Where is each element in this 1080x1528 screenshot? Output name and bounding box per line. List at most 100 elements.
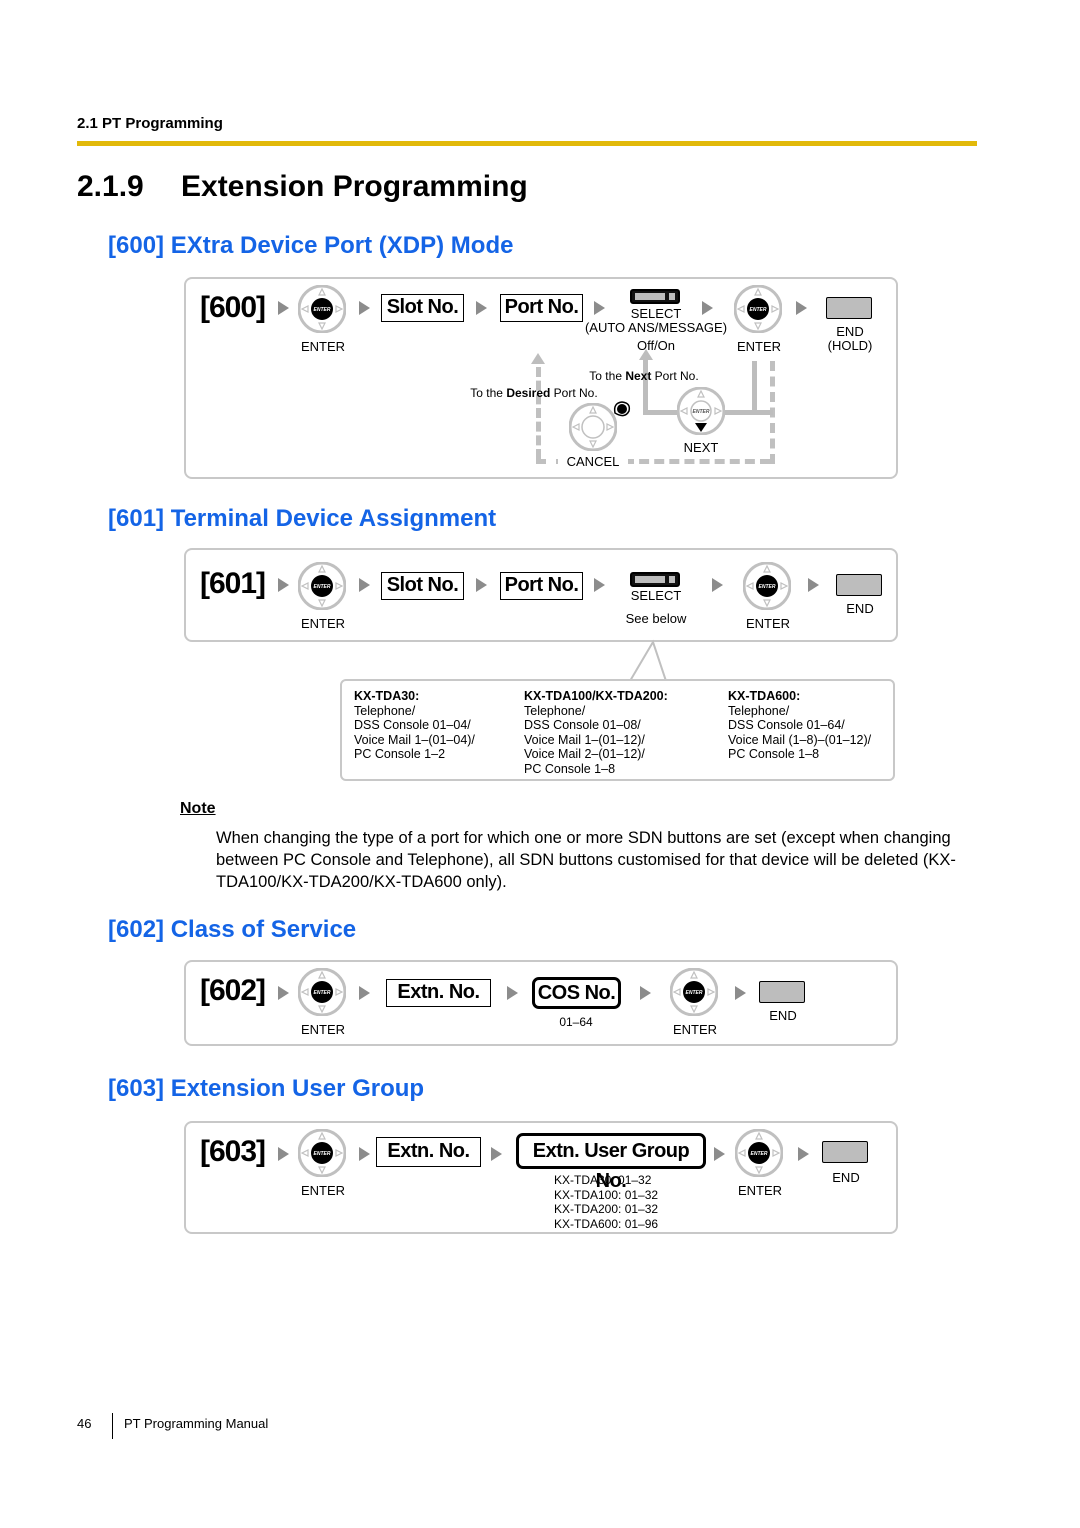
extn-no-field[interactable]: Extn. No. (376, 1137, 481, 1167)
arrow-icon (798, 1147, 809, 1161)
arrow-icon (594, 301, 605, 315)
end-key-icon[interactable] (836, 574, 882, 596)
select-key-icon[interactable] (630, 289, 680, 304)
arrow-icon (278, 986, 289, 1000)
arrow-icon (507, 986, 518, 1000)
arrow-icon (359, 578, 370, 592)
port-no-field[interactable]: Port No. (500, 572, 583, 600)
note-title: Note (180, 800, 216, 817)
port-no-field[interactable]: Port No. (500, 294, 583, 322)
up-arrow-icon (639, 349, 653, 360)
panel-600: [600] ENTER Slot No. Port No. SELECT (AU… (184, 277, 898, 479)
end-key-icon[interactable] (759, 981, 805, 1003)
next-port-path (752, 361, 757, 415)
panel-603: [603] ENTER Extn. No. Extn. User Group N… (184, 1121, 898, 1234)
arrow-icon (796, 301, 807, 315)
enter-key-icon[interactable] (734, 285, 782, 333)
end-key-icon[interactable] (826, 297, 872, 319)
up-arrow-icon (531, 353, 545, 364)
end-key-icon[interactable] (822, 1141, 868, 1163)
heading-602: [602] Class of Service (108, 916, 357, 943)
cos-no-field[interactable]: COS No. (532, 977, 621, 1009)
arrow-icon (476, 301, 487, 315)
arrow-icon (594, 578, 605, 592)
enter-label: ENTER (300, 339, 346, 354)
page-number: 46 (77, 1416, 92, 1431)
enter-label: ENTER (300, 616, 346, 631)
enter-key-icon[interactable] (298, 1129, 346, 1177)
slot-no-field[interactable]: Slot No. (381, 572, 464, 600)
next-key-icon[interactable]: ENTER (677, 387, 725, 435)
arrow-icon (359, 1147, 370, 1161)
model-column-tda600: KX-TDA600: Telephone/ DSS Console 01–64/… (728, 689, 872, 761)
end-label: END (836, 324, 864, 339)
slot-no-field[interactable]: Slot No. (381, 294, 464, 322)
panel-602: [602] ENTER Extn. No. COS No. 01–64 ENTE… (184, 960, 898, 1046)
enter-label: ENTER (736, 339, 782, 354)
desired-port-path (536, 367, 541, 459)
cancel-key-icon[interactable] (569, 403, 617, 451)
end-label: END (846, 601, 874, 616)
header-rule (77, 141, 977, 146)
select-sub-label: (AUTO ANS/MESSAGE) (584, 320, 728, 335)
enter-key-icon[interactable] (670, 968, 718, 1016)
cancel-button-icon (613, 401, 631, 417)
code-603: [603] (200, 1135, 266, 1168)
select-value: Off/On (636, 338, 676, 353)
title-number: 2.1.9 (77, 170, 144, 203)
code-600: [600] (200, 291, 266, 324)
desired-port-text: To the Desired Port No. (470, 386, 598, 400)
code-601: [601] (200, 567, 266, 600)
enter-key-icon[interactable] (735, 1129, 783, 1177)
manual-title: PT Programming Manual (124, 1416, 269, 1431)
cancel-path (624, 459, 770, 464)
enter-label: ENTER (672, 1022, 718, 1037)
heading-601: [601] Terminal Device Assignment (108, 505, 497, 532)
select-label: SELECT (630, 588, 682, 603)
footer-divider (112, 1413, 113, 1439)
arrow-icon (702, 301, 713, 315)
extn-no-field[interactable]: Extn. No. (386, 979, 491, 1007)
enter-key-icon[interactable] (743, 562, 791, 610)
select-key-icon[interactable] (630, 572, 680, 587)
arrow-icon (278, 1147, 289, 1161)
select-value: See below (625, 611, 687, 626)
cos-range: 01–64 (559, 1015, 593, 1029)
arrow-icon (278, 578, 289, 592)
panel-601: [601] ENTER Slot No. Port No. SELECT See… (184, 548, 898, 642)
arrow-icon (712, 578, 723, 592)
enter-key-icon[interactable] (298, 562, 346, 610)
arrow-icon (491, 1147, 502, 1161)
cancel-label: CANCEL (558, 454, 628, 469)
enter-label: ENTER (300, 1183, 346, 1198)
extn-user-group-no-field[interactable]: Extn. User Group No. (516, 1133, 706, 1192)
arrow-icon (640, 986, 651, 1000)
page-title: 2.1.9 Extension Programming (77, 170, 528, 204)
code-602: [602] (200, 974, 266, 1007)
arrow-icon (808, 578, 819, 592)
enter-key-icon[interactable] (298, 285, 346, 333)
enter-label: ENTER (300, 1022, 346, 1037)
title-text: Extension Programming (181, 170, 528, 203)
next-label: NEXT (683, 440, 719, 455)
end-label: END (832, 1170, 860, 1185)
arrow-icon (359, 986, 370, 1000)
model-column-tda30: KX-TDA30: Telephone/ DSS Console 01–04/ … (354, 689, 475, 761)
note-body: When changing the type of a port for whi… (216, 829, 956, 891)
group-ranges: KX-TDA30: 01–32 KX-TDA100: 01–32 KX-TDA2… (554, 1173, 659, 1231)
arrow-icon (278, 301, 289, 315)
enter-key-icon[interactable] (298, 968, 346, 1016)
enter-label: ENTER (737, 1183, 783, 1198)
end-sub-label: (HOLD) (827, 338, 873, 353)
next-port-text: To the Next Port No. (589, 369, 699, 383)
arrow-icon (735, 986, 746, 1000)
arrow-icon (476, 578, 487, 592)
arrow-icon (359, 301, 370, 315)
device-types-callout: KX-TDA30: Telephone/ DSS Console 01–04/ … (340, 679, 895, 781)
section-label: 2.1 PT Programming (77, 115, 223, 132)
select-label: SELECT (630, 306, 682, 321)
heading-603: [603] Extension User Group (108, 1075, 425, 1102)
end-label: END (769, 1008, 797, 1023)
model-column-tda100-200: KX-TDA100/KX-TDA200: Telephone/ DSS Cons… (524, 689, 668, 776)
enter-label: ENTER (745, 616, 791, 631)
